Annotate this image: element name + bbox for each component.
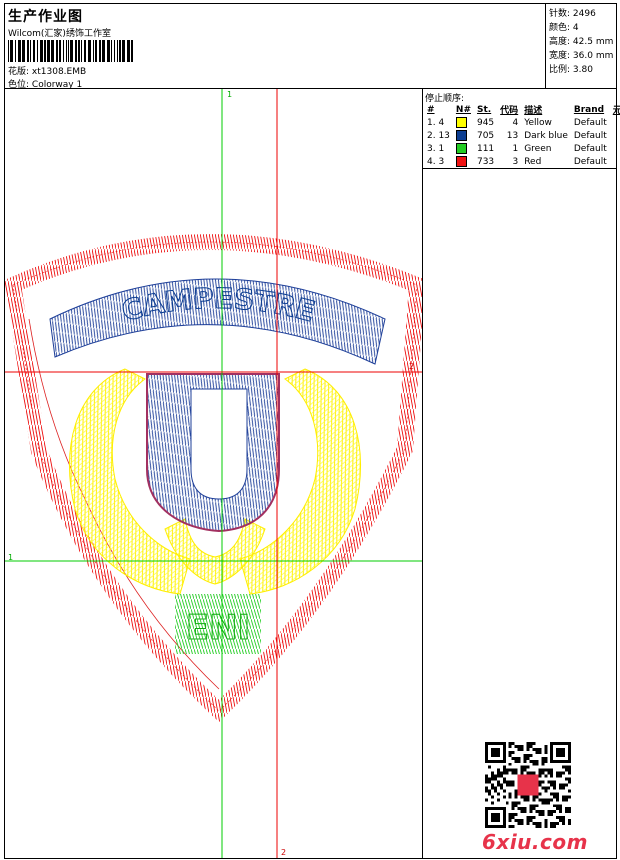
table-header-row: # N# St. 代码 描述 Brand 元素 [424, 103, 620, 117]
stats-panel: 针数: 2496 颜色: 4 高度: 42.5 mm 宽度: 36.0 mm 比… [549, 7, 613, 77]
letter-u-emblem [146, 373, 280, 533]
green-lettering-bottom: ENI [175, 594, 261, 654]
color-swatch [455, 117, 467, 128]
arched-lettering-top: CAMPESTRE [49, 278, 386, 365]
stat-colors: 颜色: 4 [549, 23, 579, 33]
red-axis-label-bottom: 2 [281, 848, 287, 857]
green-axis-label-left: 1 [8, 553, 14, 562]
col-brand: Brand [573, 104, 605, 115]
pattern-value: xt1308.EMB [31, 67, 87, 77]
stats-divider [545, 4, 546, 88]
stat-width: 宽度: 36.0 mm [549, 51, 614, 61]
pattern-file-row: 花版: xt1308.EMB [8, 64, 86, 77]
svg-text:ENI: ENI [186, 608, 250, 648]
stat-height: 高度: 42.5 mm [549, 37, 614, 47]
col-description: 描述 [524, 106, 543, 116]
col-stitches: St. [476, 104, 492, 115]
page-title: 生产作业图 [8, 9, 83, 25]
barcode [8, 40, 133, 62]
color-swatch [455, 130, 467, 141]
col-needle: N# [455, 104, 471, 115]
color-swatch [455, 143, 467, 154]
table-row: 2. 13 705 13 Dark blue Default [427, 130, 607, 141]
col-index: # [427, 104, 435, 115]
green-axis-label-top: 1 [227, 90, 233, 99]
site-watermark: 6xiu.com [482, 830, 588, 854]
col-element: 元素 [612, 106, 620, 116]
panel-divider [422, 88, 423, 858]
embroidery-design-canvas: CAMPESTRE ENI [5, 89, 422, 858]
color-sequence-table: # N# St. 代码 描述 Brand 元素 1. 4 945 4 Yello… [424, 103, 620, 168]
col-code: 代码 [500, 106, 519, 116]
qr-code [485, 742, 571, 828]
worksheet-frame: 生产作业图 Wilcom(汇家)绣饰工作室 花版: xt1308.EMB 色位:… [4, 3, 620, 859]
pattern-label: 花版: [8, 67, 30, 77]
table-divider [422, 168, 616, 169]
table-row: 4. 3 733 3 Red Default [427, 156, 607, 167]
stat-scale: 比例: 3.80 [549, 65, 593, 75]
company-name: Wilcom(汇家)绣饰工作室 [8, 29, 111, 39]
stat-stitches: 针数: 2496 [549, 9, 596, 19]
red-axis-label-right: 2 [409, 362, 415, 371]
table-row: 1. 4 945 4 Yellow Default [427, 117, 607, 128]
table-row: 3. 1 111 1 Green Default [427, 143, 607, 154]
color-swatch [455, 156, 467, 167]
